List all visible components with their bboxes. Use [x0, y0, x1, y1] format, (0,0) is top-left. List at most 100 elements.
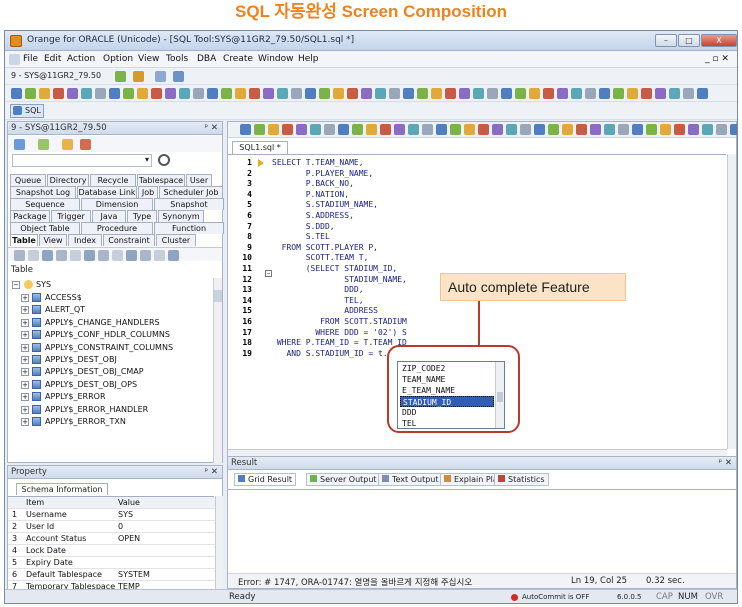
code-line[interactable]: WHERE DDD = '02') S: [272, 328, 407, 337]
expand-icon[interactable]: +: [21, 356, 29, 364]
toolbar-tool-icon[interactable]: [562, 124, 573, 135]
sql-tool-tab[interactable]: SQL: [10, 104, 44, 118]
minimize-button[interactable]: –: [655, 34, 677, 47]
tab-package[interactable]: Package: [10, 210, 50, 222]
new-window-icon[interactable]: [173, 71, 184, 82]
tab-view[interactable]: View: [39, 234, 67, 246]
toolbar-tool-icon[interactable]: [445, 88, 456, 99]
toolbar-tool-icon[interactable]: [154, 250, 165, 261]
toolbar-tool-icon[interactable]: [39, 88, 50, 99]
toolbar-tool-icon[interactable]: [380, 124, 391, 135]
toolbar-tool-icon[interactable]: [25, 88, 36, 99]
toolbar-tool-icon[interactable]: [394, 124, 405, 135]
code-line[interactable]: SCOTT.TEAM T,: [272, 253, 369, 262]
tab-queue[interactable]: Queue: [10, 174, 46, 186]
toolbar-tool-icon[interactable]: [669, 88, 680, 99]
connection-selector[interactable]: 9 - SYS@11GR2_79.50: [11, 71, 101, 80]
toolbar-tool-icon[interactable]: [529, 88, 540, 99]
toolbar-tool-icon[interactable]: [641, 88, 652, 99]
toolbar-tool-icon[interactable]: [319, 88, 330, 99]
toolbar-tool-icon[interactable]: [221, 88, 232, 99]
toolbar-tool-icon[interactable]: [14, 250, 25, 261]
code-line[interactable]: AND S.STADIUM_ID = t.: [272, 349, 387, 358]
toolbar-tool-icon[interactable]: [361, 88, 372, 99]
toolbar-tool-icon[interactable]: [11, 88, 22, 99]
toolbar-tool-icon[interactable]: [28, 250, 39, 261]
tab-sql1[interactable]: SQL1.sql *: [232, 141, 288, 154]
tab-index[interactable]: Index: [68, 234, 102, 246]
tab-schema-information[interactable]: Schema Information: [16, 483, 108, 495]
mdi-controls[interactable]: _ ▫ ✕: [705, 54, 729, 64]
property-row[interactable]: 5 Expiry Date: [8, 557, 222, 569]
toolbar-tool-icon[interactable]: [268, 124, 279, 135]
tab-snapshot-log[interactable]: Snapshot Log: [10, 186, 76, 198]
code-line[interactable]: S.TEL: [272, 232, 330, 241]
tab-constraint[interactable]: Constraint: [103, 234, 155, 246]
toolbar-tool-icon[interactable]: [571, 88, 582, 99]
tab-tablespace[interactable]: Tablespace: [137, 174, 185, 186]
menu-action[interactable]: Action: [67, 54, 95, 64]
search-icon[interactable]: [158, 154, 170, 166]
toolbar-tool-icon[interactable]: [604, 124, 615, 135]
code-line[interactable]: (SELECT STADIUM_ID,: [272, 264, 398, 273]
code-line[interactable]: TEL,: [272, 296, 363, 305]
code-line[interactable]: S.DDD,: [272, 222, 335, 231]
toolbar-tool-icon[interactable]: [646, 124, 657, 135]
toolbar-tool-icon[interactable]: [478, 124, 489, 135]
expand-icon[interactable]: +: [21, 331, 29, 340]
toolbar-tool-icon[interactable]: [81, 88, 92, 99]
code-line[interactable]: FROM SCOTT.STADIUM: [272, 317, 407, 326]
tab-scheduler-job[interactable]: Scheduler Job: [159, 186, 223, 198]
toolbar-tool-icon[interactable]: [473, 88, 484, 99]
tab-directory[interactable]: Directory: [47, 174, 89, 186]
toolbar-tool-icon[interactable]: [240, 124, 251, 135]
tab-procedure[interactable]: Procedure: [81, 222, 153, 234]
menu-window[interactable]: Window: [258, 54, 294, 64]
toolbar-tool-icon[interactable]: [324, 124, 335, 135]
toolbar-tool-icon[interactable]: [515, 88, 526, 99]
toolbar-tool-icon[interactable]: [123, 88, 134, 99]
expand-icon[interactable]: +: [21, 418, 29, 426]
toolbar-tool-icon[interactable]: [310, 124, 321, 135]
property-scrollbar[interactable]: [215, 496, 223, 602]
autocomplete-scroll-thumb[interactable]: [497, 392, 503, 402]
toolbar-tool-icon[interactable]: [151, 88, 162, 99]
toolbar-tool-icon[interactable]: [674, 124, 685, 135]
toolbar-tool-icon[interactable]: [506, 124, 517, 135]
panel-pin-close[interactable]: ᵖ ✕: [205, 123, 218, 133]
code-line[interactable]: DDD,: [272, 285, 363, 294]
toolbar-tool-icon[interactable]: [534, 124, 545, 135]
menu-create[interactable]: Create: [223, 54, 253, 64]
tab-job[interactable]: Job: [138, 186, 158, 198]
autocomplete-item[interactable]: STADIUM_ID: [400, 396, 494, 407]
tab-user[interactable]: User: [186, 174, 212, 186]
toolbar-tool-icon[interactable]: [98, 250, 109, 261]
toolbar-tool-icon[interactable]: [408, 124, 419, 135]
toolbar-tool-icon[interactable]: [501, 88, 512, 99]
expand-icon[interactable]: +: [21, 294, 29, 302]
expand-icon[interactable]: +: [21, 393, 29, 402]
toolbar-tool-icon[interactable]: [548, 124, 559, 135]
autocomplete-item[interactable]: ZIP_CODE2: [400, 363, 494, 374]
toolbar-tool-icon[interactable]: [140, 250, 151, 261]
tree-table-item[interactable]: + APPLY$_DEST_OBJ: [8, 354, 218, 366]
tree-table-item[interactable]: + APPLY$_ERROR_HANDLER: [8, 404, 218, 416]
toolbar-tool-icon[interactable]: [333, 88, 344, 99]
toolbar-tool-icon[interactable]: [557, 88, 568, 99]
tab-table[interactable]: Table: [10, 234, 38, 246]
tree-table-item[interactable]: + APPLY$_CONF_HDLR_COLUMNS: [8, 329, 218, 341]
toolbar-tool-icon[interactable]: [375, 88, 386, 99]
toolbar-tool-icon[interactable]: [730, 124, 737, 135]
tab-cluster[interactable]: Cluster: [156, 234, 196, 246]
toolbar-tool-icon[interactable]: [137, 88, 148, 99]
code-line[interactable]: S.STADIUM_NAME,: [272, 200, 378, 209]
autocomplete-item[interactable]: E_TEAM_NAME: [400, 385, 494, 396]
toolbar-tool-icon[interactable]: [464, 124, 475, 135]
toolbar-tool-icon[interactable]: [84, 250, 95, 261]
object-search-input[interactable]: ▾: [12, 154, 152, 167]
expand-icon[interactable]: +: [21, 306, 29, 315]
tab-object-table[interactable]: Object Table: [10, 222, 80, 234]
property-pin[interactable]: ᵖ ✕: [205, 467, 218, 477]
property-row[interactable]: 3 Account Status OPEN: [8, 533, 222, 545]
toolbar-tool-icon[interactable]: [366, 124, 377, 135]
